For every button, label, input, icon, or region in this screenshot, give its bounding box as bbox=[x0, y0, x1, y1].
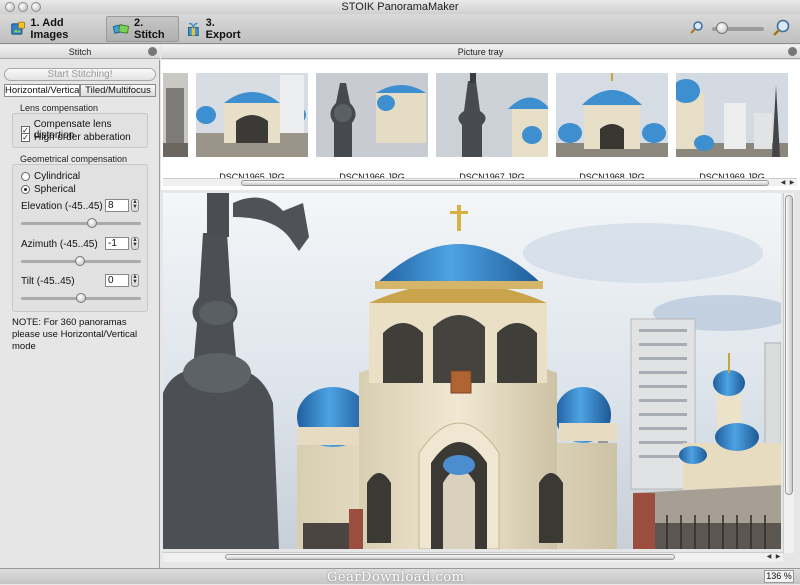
zoom-out-icon[interactable] bbox=[690, 20, 704, 34]
geometrical-compensation-group: Cylindrical Spherical Elevation (-45..45… bbox=[12, 164, 148, 312]
church-lamppost-thumbnail-image bbox=[436, 73, 548, 157]
thumbnail[interactable]: DSCN1966.JPG bbox=[316, 73, 428, 182]
window-title: STOIK PanoramaMaker bbox=[341, 1, 459, 13]
stitch-mode-tabs: Horizontal/Vertical Tiled/Multifocus bbox=[4, 84, 156, 97]
spherical-radio[interactable]: Spherical bbox=[21, 184, 76, 195]
zoom-readout: 136 % bbox=[764, 570, 794, 583]
preview-vertical-scrollbar[interactable] bbox=[783, 193, 794, 553]
minimize-window-button[interactable] bbox=[18, 2, 28, 12]
tab-horizontal-vertical[interactable]: Horizontal/Vertical bbox=[4, 84, 80, 97]
buildings-thumbnail-image bbox=[672, 73, 788, 157]
scroll-left-icon[interactable]: ◀ bbox=[779, 179, 787, 187]
tray-horizontal-scrollbar[interactable]: ◀ ▶ bbox=[163, 178, 797, 186]
preview-hscroll-thumb[interactable] bbox=[225, 554, 675, 560]
stitch-panel: Start Stitching! Horizontal/Vertical Til… bbox=[0, 60, 160, 568]
zoom-in-icon[interactable] bbox=[772, 19, 790, 37]
azimuth-stepper[interactable]: ▲ ▼ bbox=[131, 237, 139, 250]
main-toolbar: 1. Add Images 2. Stitch 3. Export bbox=[0, 14, 800, 44]
elevation-stepper[interactable]: ▲ ▼ bbox=[131, 199, 139, 212]
radio-indicator bbox=[21, 172, 30, 181]
app-window: STOIK PanoramaMaker 1. Add Images 2. Sti… bbox=[0, 0, 800, 585]
panorama-preview-image bbox=[163, 193, 781, 549]
cylindrical-radio[interactable]: Cylindrical bbox=[21, 171, 80, 182]
tilt-label: Tilt (-45..45) bbox=[21, 276, 75, 287]
scroll-right-icon[interactable]: ▶ bbox=[788, 179, 796, 187]
tilt-slider-knob[interactable] bbox=[76, 293, 86, 303]
close-window-button[interactable] bbox=[5, 2, 15, 12]
scroll-right-icon[interactable]: ▶ bbox=[774, 553, 782, 561]
elevation-label: Elevation (-45..45) bbox=[21, 201, 103, 212]
thumbnail[interactable]: DSCN1965.JPG bbox=[196, 73, 308, 182]
tab-tiled-multifocus[interactable]: Tiled/Multifocus bbox=[80, 84, 156, 97]
tilt-stepper[interactable]: ▲ ▼ bbox=[131, 274, 139, 287]
export-icon bbox=[188, 22, 199, 36]
checkmark-icon: ✓ bbox=[21, 133, 30, 142]
azimuth-field[interactable]: -1 bbox=[105, 237, 129, 250]
stitch-icon bbox=[113, 24, 129, 34]
thumbnail[interactable]: DSCN1968.JPG bbox=[556, 73, 668, 182]
status-bar: GearDownload.com 136 % bbox=[0, 568, 800, 585]
radio-indicator bbox=[21, 185, 30, 194]
azimuth-label: Azimuth (-45..45) bbox=[21, 239, 98, 250]
thumbnail-partial[interactable] bbox=[163, 73, 188, 157]
title-bar: STOIK PanoramaMaker bbox=[0, 0, 800, 14]
tray-scroll-thumb[interactable] bbox=[241, 180, 769, 186]
thumbnail[interactable]: DSCN1969.JPG bbox=[672, 73, 788, 182]
step-add-images-button[interactable]: 1. Add Images bbox=[4, 16, 100, 42]
picture-tray: DSCN1965.JPG DSCN1966.JPG DSCN1967.JPG D… bbox=[161, 60, 800, 190]
elevation-slider-track[interactable] bbox=[21, 222, 141, 225]
zoom-window-button[interactable] bbox=[31, 2, 41, 12]
high-order-abberation-checkbox[interactable]: ✓ High order abberation bbox=[21, 132, 131, 143]
start-stitching-button[interactable]: Start Stitching! bbox=[4, 68, 156, 81]
picture-tray-header: Picture tray bbox=[161, 45, 800, 59]
zoom-slider-knob[interactable] bbox=[716, 22, 729, 34]
lamppost-thumbnail-image bbox=[316, 73, 428, 157]
step-export-button[interactable]: 3. Export bbox=[180, 16, 250, 42]
thumbnail[interactable]: DSCN1967.JPG bbox=[436, 73, 548, 182]
church-thumbnail-image bbox=[556, 73, 668, 157]
geometrical-compensation-title: Geometrical compensation bbox=[20, 154, 128, 164]
church-thumbnail-image bbox=[196, 73, 308, 157]
elevation-slider-knob[interactable] bbox=[86, 218, 97, 228]
add-images-icon bbox=[11, 21, 25, 35]
panorama-preview[interactable] bbox=[163, 193, 781, 549]
watermark: GearDownload.com bbox=[327, 570, 465, 585]
preview-horizontal-scrollbar[interactable]: ◀ ▶ bbox=[163, 552, 783, 562]
tilt-field[interactable]: 0 bbox=[105, 274, 129, 287]
scroll-left-icon[interactable]: ◀ bbox=[765, 553, 773, 561]
azimuth-slider-knob[interactable] bbox=[74, 256, 85, 266]
panorama-note: NOTE: For 360 panoramas please use Horiz… bbox=[12, 317, 138, 352]
picture-tray-close-icon[interactable] bbox=[788, 47, 797, 56]
elevation-field[interactable]: 8 bbox=[105, 199, 129, 212]
stitch-panel-header: Stitch bbox=[0, 45, 160, 59]
lens-compensation-title: Lens compensation bbox=[20, 103, 99, 113]
step-stitch-button[interactable]: 2. Stitch bbox=[106, 16, 179, 42]
lens-compensation-group: ✓ Compensate lens distortion ✓ High orde… bbox=[12, 113, 148, 148]
stitch-panel-close-icon[interactable] bbox=[148, 47, 157, 56]
preview-vscroll-thumb[interactable] bbox=[785, 195, 793, 495]
